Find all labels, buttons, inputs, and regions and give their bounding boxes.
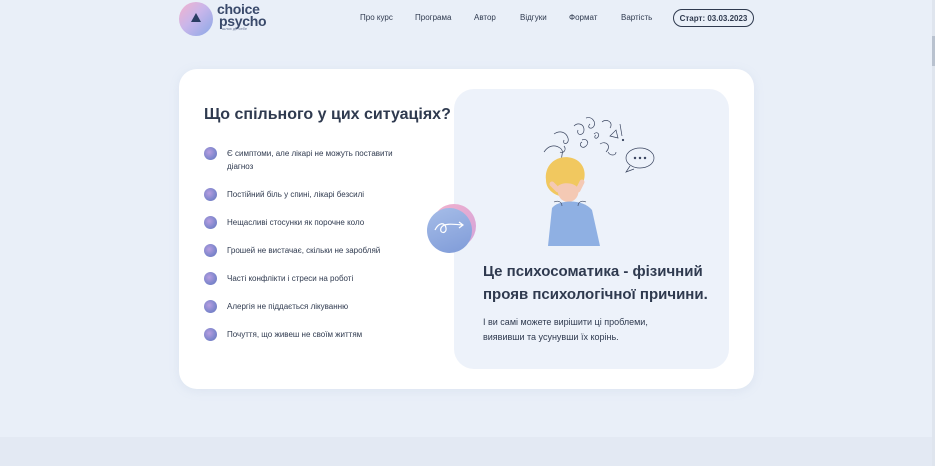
list-item-text: Нещасливі стосунки як порочне коло (227, 218, 365, 227)
panel-text: І ви самі можете вирішити ці проблеми, в… (483, 317, 648, 342)
panel-heading: Це психосоматика - фізичний прояв психол… (483, 263, 708, 303)
list-item-text: Почуття, що живеш не своїм життям (227, 330, 363, 339)
nav-item-program[interactable]: Програма (415, 13, 451, 22)
next-section-band (0, 437, 932, 466)
list-item-text: Часті конфлікти і стреси на роботі (227, 274, 354, 283)
list-item-text: Алергія не піддається лікуванню (227, 302, 349, 311)
nav-item-format[interactable]: Формат (569, 13, 597, 22)
bullet-dot-icon (204, 216, 217, 229)
section-title: Що спільного у цих ситуаціях? (204, 106, 451, 123)
nav-item-author[interactable]: Автор (474, 13, 496, 22)
bullet-dot-icon (204, 300, 217, 313)
main-nav: Про курс Програма Автор Відгуки Формат В… (0, 13, 935, 25)
bullet-dot-icon (204, 244, 217, 257)
start-date-button[interactable]: Старт: 03.03.2023 (673, 9, 754, 27)
bullet-dot-icon (204, 147, 217, 160)
nav-item-about[interactable]: Про курс (360, 13, 393, 22)
nav-item-reviews[interactable]: Відгуки (520, 13, 547, 22)
logo-tagline: шлях до себе (222, 26, 248, 31)
bullet-dot-icon (204, 328, 217, 341)
list-item-text: Є симптоми, але лікарі не можуть постави… (227, 149, 393, 171)
list-item-text: Грошей не вистачає, скільки не заробляй (227, 246, 381, 255)
bullet-dot-icon (204, 188, 217, 201)
nav-item-price[interactable]: Вартість (621, 13, 652, 22)
site-header: choice psycho шлях до себе Про курс Прог… (0, 0, 935, 37)
bullet-dot-icon (204, 272, 217, 285)
list-item-text: Постійний біль у спині, лікарі безсилі (227, 190, 365, 199)
swirl-arrow-icon (427, 204, 477, 254)
stressed-woman-illustration (543, 117, 655, 246)
